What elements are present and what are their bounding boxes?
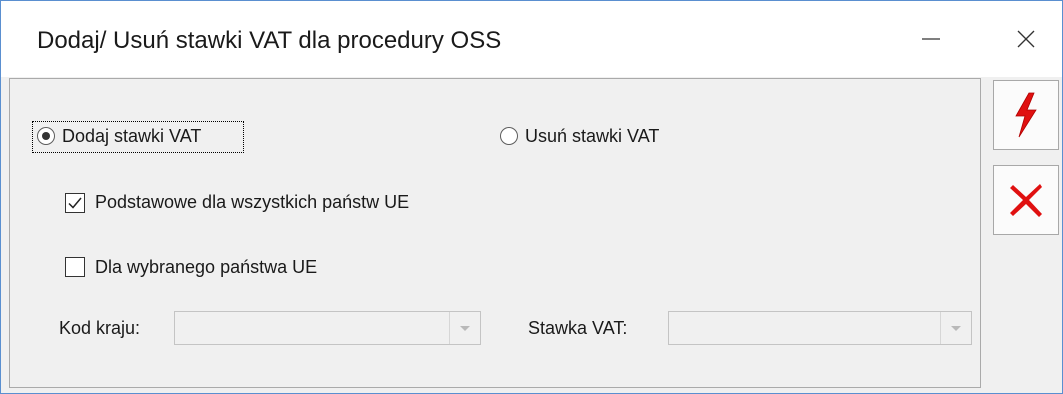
- add-rates-label[interactable]: Dodaj stawki VAT: [62, 126, 201, 147]
- lightning-icon: [1015, 92, 1037, 138]
- options-group: Dodaj stawki VAT Usuń stawki VAT Podstaw…: [9, 78, 981, 388]
- vat-rate-dropdown-button[interactable]: [940, 312, 971, 344]
- chevron-down-icon: [951, 325, 961, 331]
- window-title: Dodaj/ Usuń stawki VAT dla procedury OSS: [37, 27, 502, 54]
- vat-rate-combobox[interactable]: [668, 311, 972, 345]
- minimize-icon: [922, 38, 940, 40]
- radio-selected-dot: [42, 132, 50, 140]
- all-states-label[interactable]: Podstawowe dla wszystkich państw UE: [95, 192, 409, 213]
- selected-state-label[interactable]: Dla wybranego państwa UE: [95, 257, 317, 278]
- all-states-checkbox[interactable]: [65, 193, 85, 213]
- remove-rates-radio[interactable]: [500, 127, 518, 145]
- dialog-body: Dodaj stawki VAT Usuń stawki VAT Podstaw…: [1, 77, 1062, 393]
- close-button[interactable]: [996, 1, 1056, 77]
- title-bar: Dodaj/ Usuń stawki VAT dla procedury OSS: [1, 1, 1062, 77]
- country-code-dropdown-button[interactable]: [449, 312, 480, 344]
- vat-rate-label: Stawka VAT:: [528, 318, 628, 338]
- chevron-down-icon: [460, 325, 470, 331]
- country-code-label: Kod kraju:: [59, 318, 141, 338]
- minimize-button[interactable]: [901, 1, 961, 77]
- add-rates-radio[interactable]: [37, 127, 55, 145]
- remove-rates-label[interactable]: Usuń stawki VAT: [525, 126, 659, 147]
- cancel-button[interactable]: [993, 165, 1059, 235]
- run-button[interactable]: [993, 80, 1059, 150]
- close-icon: [1017, 30, 1035, 48]
- checkmark-icon: [68, 197, 82, 209]
- country-code-combobox[interactable]: [174, 311, 481, 345]
- selected-state-checkbox[interactable]: [65, 257, 85, 277]
- dialog-window: Dodaj/ Usuń stawki VAT dla procedury OSS…: [0, 0, 1063, 394]
- cancel-x-icon: [1010, 184, 1042, 217]
